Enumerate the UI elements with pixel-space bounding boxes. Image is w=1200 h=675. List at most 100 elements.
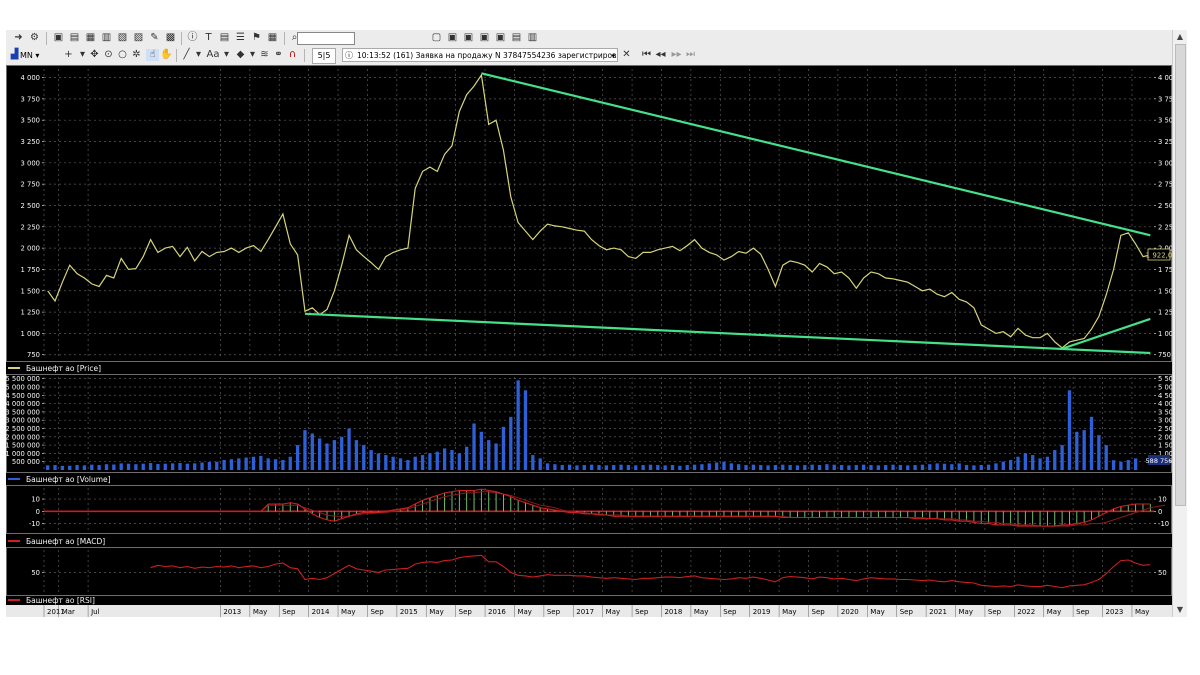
volume-bar (68, 465, 72, 470)
forward-arrow-icon[interactable]: ➜ (12, 32, 25, 44)
info-icon[interactable]: ⓘ (186, 32, 199, 44)
chevron-down-icon[interactable]: ▾ (220, 49, 233, 61)
next-page-icon[interactable]: ▸▸ (670, 49, 683, 61)
volume-bar (656, 465, 660, 470)
search-input[interactable] (297, 32, 355, 45)
volume-bar (567, 464, 572, 470)
volume-bar (435, 451, 439, 470)
move-icon[interactable]: ✥ (88, 49, 101, 61)
volume-bar (523, 390, 528, 470)
orders-icon[interactable]: ▧ (116, 32, 129, 44)
volume-bar (310, 433, 314, 470)
doc-icon[interactable]: ▢ (430, 32, 443, 44)
crosshair-icon[interactable]: + (62, 49, 75, 61)
rsi-line (150, 554, 1151, 589)
list-icon[interactable]: ☰ (234, 32, 247, 44)
volume-bar (170, 463, 175, 470)
volume-bar (869, 465, 873, 470)
volume-bar (398, 458, 403, 470)
link-icon[interactable]: ⚭ (272, 49, 285, 61)
quotes-icon[interactable]: ▥ (100, 32, 113, 44)
trendlines[interactable] (304, 72, 1151, 355)
y-tick-label-right: 2 250 (1158, 223, 1172, 231)
volume-bar (406, 460, 410, 470)
volume-bar (714, 462, 719, 470)
indicator-icon[interactable]: ≋ (258, 49, 271, 61)
volume-bar (200, 462, 204, 470)
close-icon[interactable]: ✕ (620, 49, 633, 61)
new-window-icon[interactable]: ▣ (52, 32, 65, 44)
volume-bar (501, 426, 506, 470)
time-label: May (959, 608, 973, 616)
time-label: May (341, 608, 355, 616)
export-icon[interactable]: ▥ (526, 32, 539, 44)
volume-bar (737, 464, 741, 470)
volume-bar (744, 465, 748, 470)
cancel-order-icon[interactable]: ▣ (494, 32, 507, 44)
last-page-icon[interactable]: ⏭ (684, 49, 697, 61)
sell-order-icon[interactable]: ▣ (462, 32, 475, 44)
text-tool-icon[interactable]: T (202, 32, 215, 44)
buy-order-icon[interactable]: ▣ (446, 32, 459, 44)
volume-bar (119, 463, 123, 470)
target-icon[interactable]: ⊙ (102, 49, 115, 61)
trades-icon[interactable]: ▨ (132, 32, 145, 44)
folder-icon[interactable]: ▤ (510, 32, 523, 44)
y-tick-label-right: 3 000 000 (1158, 417, 1172, 425)
portfolio-icon[interactable]: ▩ (164, 32, 177, 44)
volume-bar (509, 416, 513, 470)
prev-page-icon[interactable]: ◂◂ (654, 49, 667, 61)
connect-icon[interactable]: ⚙ (28, 32, 41, 44)
volume-bar (60, 465, 65, 470)
scroll-down-icon[interactable]: ▼ (1175, 605, 1185, 615)
volume-bar (766, 465, 770, 470)
magnet-icon[interactable]: ∩ (286, 49, 299, 61)
settings-icon[interactable]: ✲ (130, 49, 143, 61)
grid-icon[interactable]: ▦ (266, 32, 279, 44)
volume-bar (906, 465, 910, 470)
timeframe-select[interactable]: MN ▾ (20, 50, 62, 62)
y-tick-label-left: 3 250 (21, 138, 40, 146)
edit-icon[interactable]: ✎ (148, 32, 161, 44)
separator (176, 49, 177, 62)
volume-bar (1126, 460, 1130, 470)
volume-bar (751, 464, 756, 470)
chart-area[interactable]: 4 000 4 000 3 750 3 750 3 500 3 500 3 250 3 250… (5, 65, 1193, 617)
volume-bar (950, 464, 954, 470)
chart-window-icon[interactable]: ▤ (218, 32, 231, 44)
time-label: 2021 (929, 608, 947, 616)
first-page-icon[interactable]: ⏮ (640, 49, 653, 61)
circle-icon[interactable]: ○ (116, 49, 129, 61)
volume-bar (964, 465, 969, 470)
trendline[interactable] (481, 72, 1151, 237)
volume-bar (876, 465, 880, 470)
message-dropdown[interactable]: ⓘ 10:13:52 (161) Заявка на продажу N 378… (342, 48, 618, 62)
vertical-scrollbar[interactable]: ▲ ▼ (1172, 30, 1187, 617)
scroll-thumb[interactable] (1175, 44, 1186, 506)
y-tick-label-left: 5 000 000 (6, 383, 40, 391)
volume-bar (1001, 461, 1005, 470)
y-tick-label-right: -10 (1158, 520, 1169, 528)
volume-bar (589, 464, 594, 470)
y-tick-label-right: 3 250 (1158, 138, 1172, 146)
volume-bar (898, 465, 903, 470)
hand-icon[interactable]: ✋ (160, 49, 173, 61)
save-icon[interactable]: ▤ (68, 32, 81, 44)
y-tick-label-right: 50 (1158, 569, 1167, 577)
time-label: May (429, 608, 443, 616)
macd-legend: Башнефт ао [MACD] (26, 537, 105, 546)
volume-bar (612, 465, 616, 470)
volume-bar (648, 464, 653, 470)
volume-bar (97, 465, 101, 470)
stop-order-icon[interactable]: ▣ (478, 32, 491, 44)
flag-icon[interactable]: ⚑ (250, 32, 263, 44)
separator (46, 32, 47, 45)
scroll-up-icon[interactable]: ▲ (1175, 32, 1185, 42)
y-tick-label-right: 10 (1158, 496, 1167, 504)
table-icon[interactable]: ▦ (84, 32, 97, 44)
y-tick-label-left: 1 500 (21, 287, 40, 295)
volume-bar (457, 453, 461, 470)
pointer-icon[interactable]: ☝ (146, 49, 159, 61)
trendline[interactable] (1061, 317, 1151, 350)
volume-bar (376, 453, 381, 470)
